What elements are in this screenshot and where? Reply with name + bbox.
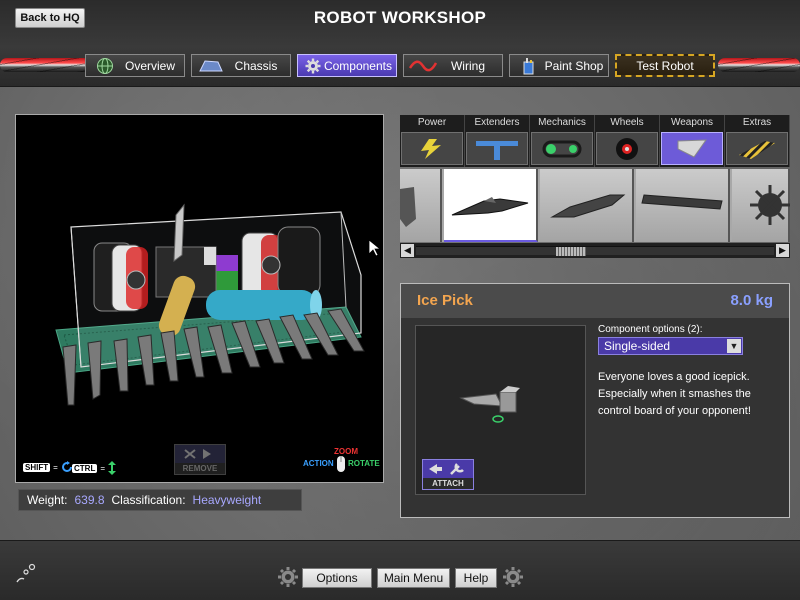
weight-value: 639.8 bbox=[74, 493, 105, 507]
scroll-left-arrow-icon[interactable]: ◀ bbox=[401, 244, 414, 257]
part-thumbnail-ice-pick[interactable] bbox=[444, 169, 538, 242]
ice-pick-icon bbox=[451, 197, 529, 216]
component-options-label: Component options (2): bbox=[598, 324, 703, 335]
flat-bar-icon bbox=[641, 194, 723, 210]
axe-head-icon bbox=[400, 187, 416, 227]
category-wheels[interactable]: Wheels bbox=[595, 115, 660, 167]
tab-components[interactable]: Components bbox=[297, 54, 397, 77]
scroll-thumb[interactable] bbox=[556, 247, 586, 256]
component-options-dropdown[interactable]: Single-sided ▼ bbox=[598, 337, 743, 355]
scroll-track[interactable] bbox=[416, 246, 774, 256]
tab-test-robot[interactable]: Test Robot bbox=[615, 54, 715, 77]
remove-button[interactable]: REMOVE bbox=[174, 444, 226, 475]
page-title: ROBOT WORKSHOP bbox=[313, 8, 487, 27]
extender-icon bbox=[466, 132, 528, 165]
gear-icon bbox=[503, 567, 523, 587]
part-thumbnail[interactable] bbox=[540, 169, 634, 242]
cable-decoration-left bbox=[0, 58, 90, 72]
spike-blade-icon bbox=[550, 194, 626, 218]
globe-icon bbox=[90, 56, 120, 75]
category-power[interactable]: Power bbox=[400, 115, 465, 167]
paint-can-icon bbox=[514, 56, 544, 75]
category-weapons[interactable]: Weapons bbox=[660, 115, 725, 167]
wire-icon bbox=[408, 56, 438, 75]
component-info-panel: Ice Pick 8.0 kg ATTACH Component options… bbox=[400, 283, 790, 518]
remove-tool-icon bbox=[184, 449, 211, 459]
chain-icon bbox=[531, 132, 593, 165]
tab-chassis[interactable]: Chassis bbox=[191, 54, 291, 77]
tab-overview[interactable]: Overview bbox=[85, 54, 185, 77]
hazard-plate-icon bbox=[726, 132, 788, 165]
robot-3d-viewport[interactable]: SHIFT = CTRL = REMOVE ZOOM ACTION ROTATE bbox=[15, 114, 384, 483]
spiked-ball-icon bbox=[750, 185, 790, 225]
part-thumbnail[interactable] bbox=[400, 169, 442, 242]
category-extras[interactable]: Extras bbox=[725, 115, 790, 167]
rotate-icon bbox=[61, 461, 72, 472]
robot-model bbox=[55, 203, 365, 406]
component-info-header: Ice Pick 8.0 kg bbox=[401, 284, 789, 318]
component-preview: ATTACH bbox=[415, 325, 586, 495]
lightning-icon bbox=[401, 132, 463, 165]
part-thumbnail[interactable] bbox=[636, 169, 730, 242]
component-category-tabs: Power Extenders Mechanics Wheels Weapons… bbox=[400, 115, 790, 167]
classification-value: Heavyweight bbox=[192, 493, 262, 507]
dropdown-arrow-icon: ▼ bbox=[727, 339, 741, 353]
category-extenders[interactable]: Extenders bbox=[465, 115, 530, 167]
mouse-icon bbox=[337, 456, 345, 472]
part-thumbnail[interactable] bbox=[732, 169, 790, 242]
spinner-status-icon bbox=[16, 563, 36, 583]
attach-tool-icon bbox=[429, 463, 464, 475]
gear-icon bbox=[302, 56, 324, 75]
robot-stats-bar: Weight: 639.8 Classification: Heavyweigh… bbox=[18, 489, 302, 511]
vertical-move-icon bbox=[108, 461, 116, 475]
options-button[interactable]: Options bbox=[302, 568, 372, 588]
parts-scrollbar[interactable]: ◀ ▶ bbox=[400, 243, 790, 258]
tab-wiring[interactable]: Wiring bbox=[403, 54, 503, 77]
attach-button[interactable]: ATTACH bbox=[422, 459, 474, 490]
tab-paint-shop[interactable]: Paint Shop bbox=[509, 54, 609, 77]
component-name: Ice Pick bbox=[417, 292, 473, 309]
ctrl-move-hint: CTRL = bbox=[72, 461, 116, 475]
scroll-right-arrow-icon[interactable]: ▶ bbox=[776, 244, 789, 257]
blade-icon bbox=[661, 132, 723, 165]
category-mechanics[interactable]: Mechanics bbox=[530, 115, 595, 167]
mouse-cursor-icon bbox=[368, 239, 382, 257]
shift-rotate-hint: SHIFT = bbox=[23, 461, 73, 473]
chassis-icon bbox=[196, 56, 226, 75]
component-description: Everyone loves a good icepick. Especiall… bbox=[598, 371, 751, 417]
mouse-controls-hint: ZOOM ACTION ROTATE bbox=[303, 447, 381, 475]
main-menu-button[interactable]: Main Menu bbox=[377, 568, 450, 588]
wheel-icon bbox=[596, 132, 658, 165]
component-weight: 8.0 kg bbox=[730, 292, 773, 309]
parts-carousel bbox=[400, 169, 790, 242]
cable-decoration-right bbox=[718, 58, 800, 72]
help-button[interactable]: Help bbox=[455, 568, 497, 588]
gear-icon bbox=[278, 567, 298, 587]
